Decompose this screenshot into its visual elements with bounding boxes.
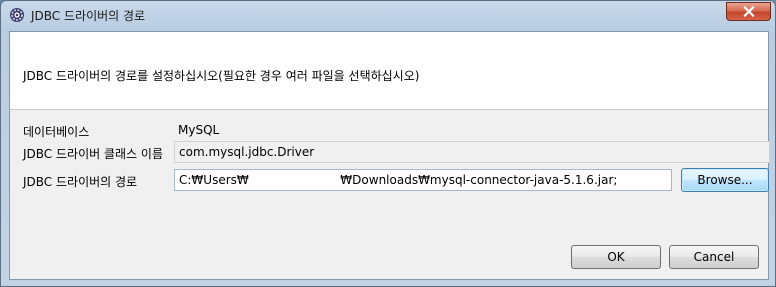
driver-path-input[interactable] [174,169,672,191]
driver-path-label: JDBC 드라이버의 경로 [23,175,138,189]
eclipse-gear-icon [9,7,25,23]
database-label: 데이터베이스 [23,125,90,139]
dialog-window: JDBC 드라이버의 경로 JDBC 드라이버의 경로를 설정하십시오(필요한 … [0,0,776,287]
dialog-body: JDBC 드라이버의 경로를 설정하십시오(필요한 경우 여러 파일을 선택하십… [9,31,770,280]
close-button[interactable] [726,2,771,21]
title-bar[interactable]: JDBC 드라이버의 경로 [1,1,775,29]
ok-button[interactable]: OK [571,245,661,269]
instruction-message: JDBC 드라이버의 경로를 설정하십시오(필요한 경우 여러 파일을 선택하십… [23,69,420,83]
message-area: JDBC 드라이버의 경로를 설정하십시오(필요한 경우 여러 파일을 선택하십… [10,32,768,110]
window-title: JDBC 드라이버의 경로 [31,9,146,23]
browse-button[interactable]: Browse... [681,168,769,192]
cancel-button[interactable]: Cancel [669,245,759,269]
database-value: MySQL [178,123,220,137]
driver-class-label: JDBC 드라이버 클래스 이름 [23,147,163,161]
driver-class-field: com.mysql.jdbc.Driver [174,141,770,163]
close-icon [742,2,755,21]
